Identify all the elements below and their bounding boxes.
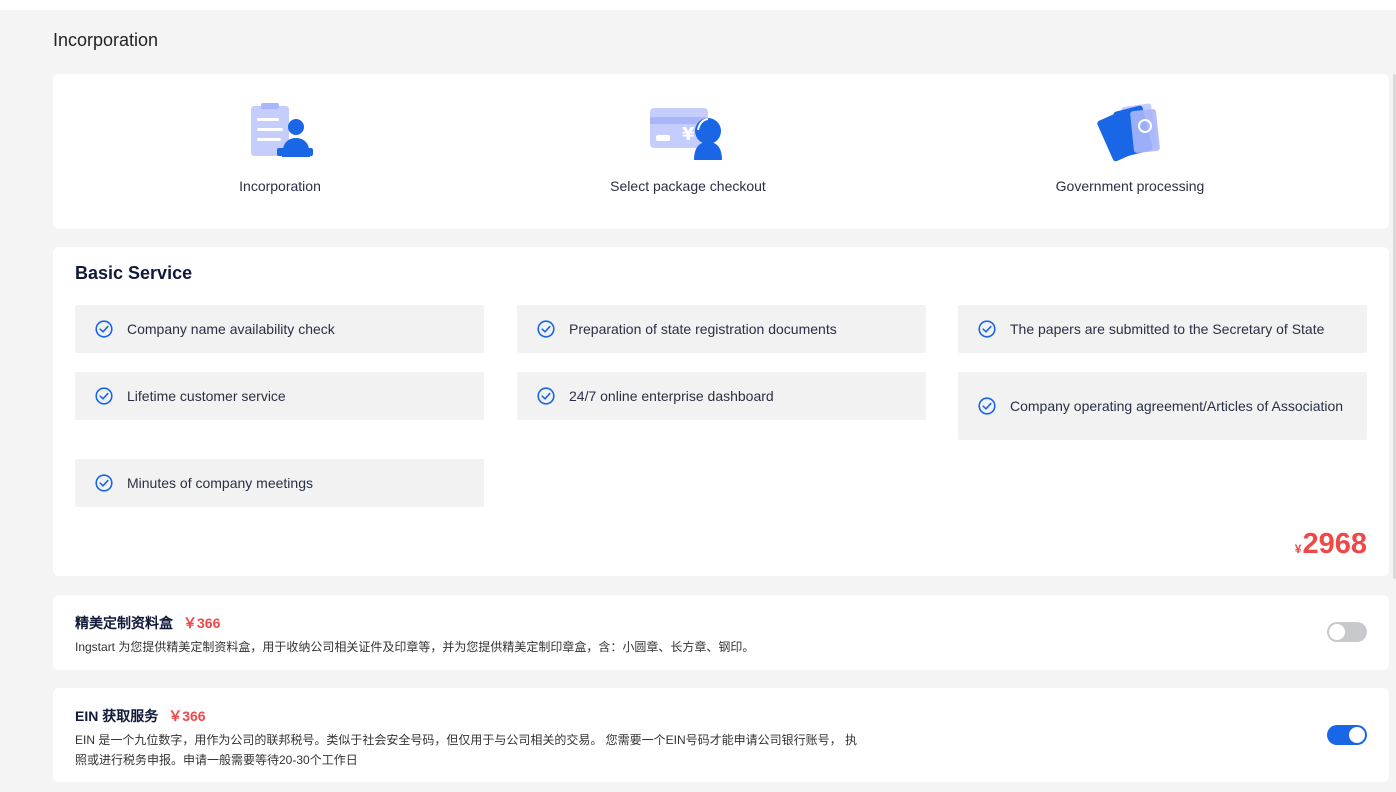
addon-title-text: 精美定制资料盒 — [75, 615, 173, 631]
step-label: Government processing — [1055, 178, 1205, 194]
check-circle-icon — [95, 387, 113, 405]
addon-card-custom-box: 精美定制资料盒 ￥366 Ingstart 为您提供精美定制资料盒，用于收纳公司相… — [53, 595, 1389, 670]
check-circle-icon — [537, 387, 555, 405]
feature-item: Lifetime customer service — [75, 372, 484, 420]
steps-card: Incorporation ¥ Select package checkout … — [53, 74, 1389, 229]
feature-item: Company name availability check — [75, 305, 484, 353]
addon-title-text: EIN 获取服务 — [75, 708, 159, 724]
price-value: 2968 — [1302, 528, 1367, 560]
check-circle-icon — [978, 397, 996, 415]
feature-item: Preparation of state registration docume… — [517, 305, 926, 353]
addon-description: EIN 是一个九位数字，用作为公司的联邦税号。类似于社会安全号码，但仅用于与公司… — [75, 733, 858, 767]
feature-text: Preparation of state registration docume… — [569, 321, 837, 337]
addon-price: ￥366 — [183, 615, 221, 631]
addon-toggle-switch[interactable] — [1327, 622, 1367, 642]
total-price: ¥2968 — [1295, 528, 1367, 561]
step-label: Incorporation — [239, 178, 321, 194]
addon-toggle-switch[interactable] — [1327, 725, 1367, 745]
step-incorporation: Incorporation — [130, 102, 430, 194]
feature-item: 24/7 online enterprise dashboard — [517, 372, 926, 420]
addon-card-ein-service: EIN 获取服务 ￥366 EIN 是一个九位数字，用作为公司的联邦税号。类似于社… — [53, 688, 1389, 782]
feature-text: Minutes of company meetings — [127, 475, 313, 491]
price-currency: ¥ — [1294, 542, 1302, 556]
basic-service-title: Basic Service — [75, 263, 193, 283]
step-government-processing: Government processing — [980, 102, 1280, 194]
check-circle-icon — [537, 320, 555, 338]
step-select-package-checkout: ¥ Select package checkout — [538, 102, 838, 194]
basic-service-card: Basic Service Company name availability … — [53, 247, 1389, 576]
feature-text: Lifetime customer service — [127, 388, 286, 404]
addon-description: Ingstart 为您提供精美定制资料盒，用于收纳公司相关证件及印章等，并为您提… — [75, 640, 755, 654]
step-label: Select package checkout — [610, 178, 766, 194]
feature-text: Company operating agreement/Articles of … — [1010, 398, 1344, 414]
feature-text: 24/7 online enterprise dashboard — [569, 388, 774, 404]
feature-text: Company name availability check — [127, 321, 335, 337]
check-circle-icon — [95, 474, 113, 492]
feature-item: The papers are submitted to the Secretar… — [958, 305, 1367, 353]
svg-text:¥: ¥ — [682, 124, 695, 145]
incorporation-document-person-icon — [251, 103, 313, 157]
addon-title: EIN 获取服务 ￥366 — [75, 706, 206, 726]
top-strip — [0, 0, 1396, 10]
government-processing-papers-icon — [1097, 103, 1160, 162]
addon-price: ￥366 — [168, 708, 206, 724]
check-circle-icon — [95, 320, 113, 338]
feature-text: The papers are submitted to the Secretar… — [1010, 321, 1325, 337]
feature-item: Minutes of company meetings — [75, 459, 484, 507]
package-checkout-card-yen-icon: ¥ — [650, 108, 722, 160]
addon-title: 精美定制资料盒 ￥366 — [75, 613, 220, 633]
check-circle-icon — [978, 320, 996, 338]
toggle-knob — [1349, 727, 1365, 743]
toggle-knob — [1329, 624, 1345, 640]
feature-item: Company operating agreement/Articles of … — [958, 372, 1367, 440]
page-title: Incorporation — [53, 30, 159, 50]
